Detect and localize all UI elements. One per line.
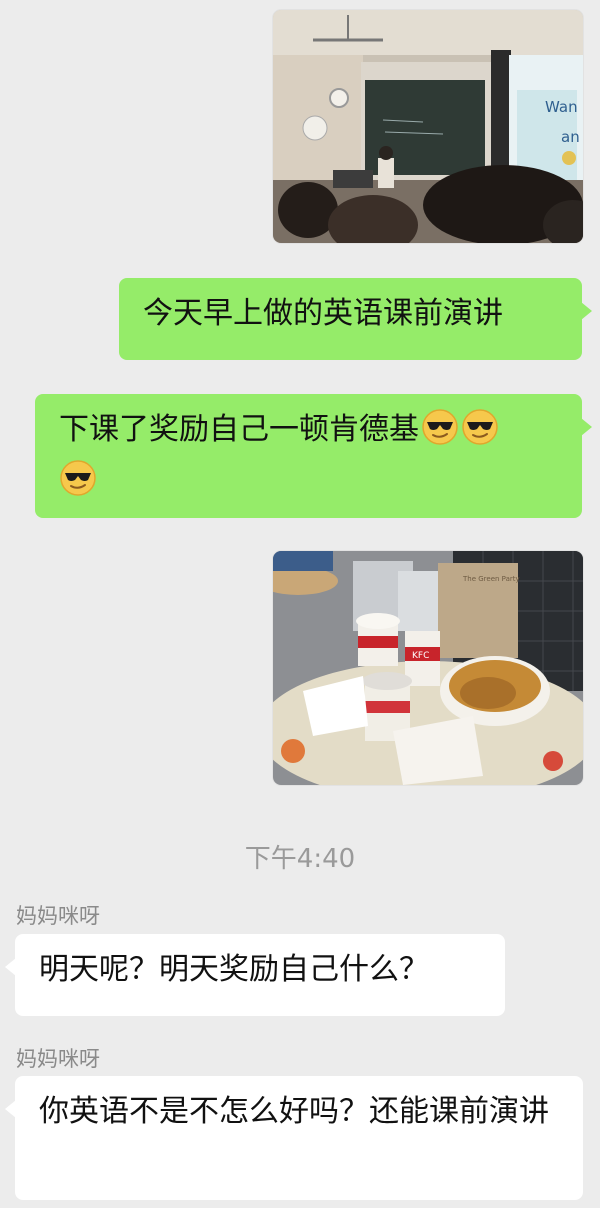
sent-message-bubble[interactable]: 下课了奖励自己一顿肯德基	[35, 394, 592, 518]
svg-text:KFC: KFC	[412, 651, 429, 661]
received-message-text: 你英语不是不怎么好吗？还能课前演讲	[39, 1094, 549, 1129]
cool-sunglasses-emoji-icon	[461, 408, 499, 459]
sent-message-text: 今天早上做的英语课前演讲	[143, 296, 503, 331]
sender-name: 妈妈咪呀	[16, 1047, 100, 1071]
svg-text:The Green Party: The Green Party	[462, 575, 520, 583]
sender-name: 妈妈咪呀	[16, 904, 100, 928]
sent-message-bubble[interactable]: 今天早上做的英语课前演讲	[119, 278, 592, 360]
received-message-bubble[interactable]: 明天呢？明天奖励自己什么？	[5, 934, 505, 1016]
kfc-meal-photo-image: The Green Party KFC	[273, 551, 583, 785]
svg-text:an: an	[561, 128, 580, 146]
kfc-meal-photo[interactable]: The Green Party KFC	[273, 551, 583, 785]
classroom-photo-image: Wan an	[273, 10, 583, 243]
sent-message-text: 下课了奖励自己一顿肯德基	[59, 412, 419, 447]
message-timestamp: 下午4:40	[244, 844, 356, 874]
received-message-bubble[interactable]: 你英语不是不怎么好吗？还能课前演讲	[5, 1076, 583, 1200]
received-message-text: 明天呢？明天奖励自己什么？	[39, 952, 429, 987]
chat-area: Wan an 今天早上做的英语课前演讲 下课了奖励自己一顿肯德基 The Gre…	[0, 0, 600, 1208]
cool-sunglasses-emoji-icon	[59, 459, 97, 510]
classroom-photo[interactable]: Wan an	[273, 10, 583, 243]
cool-sunglasses-emoji-icon	[421, 408, 459, 459]
svg-text:Wan: Wan	[545, 98, 578, 116]
